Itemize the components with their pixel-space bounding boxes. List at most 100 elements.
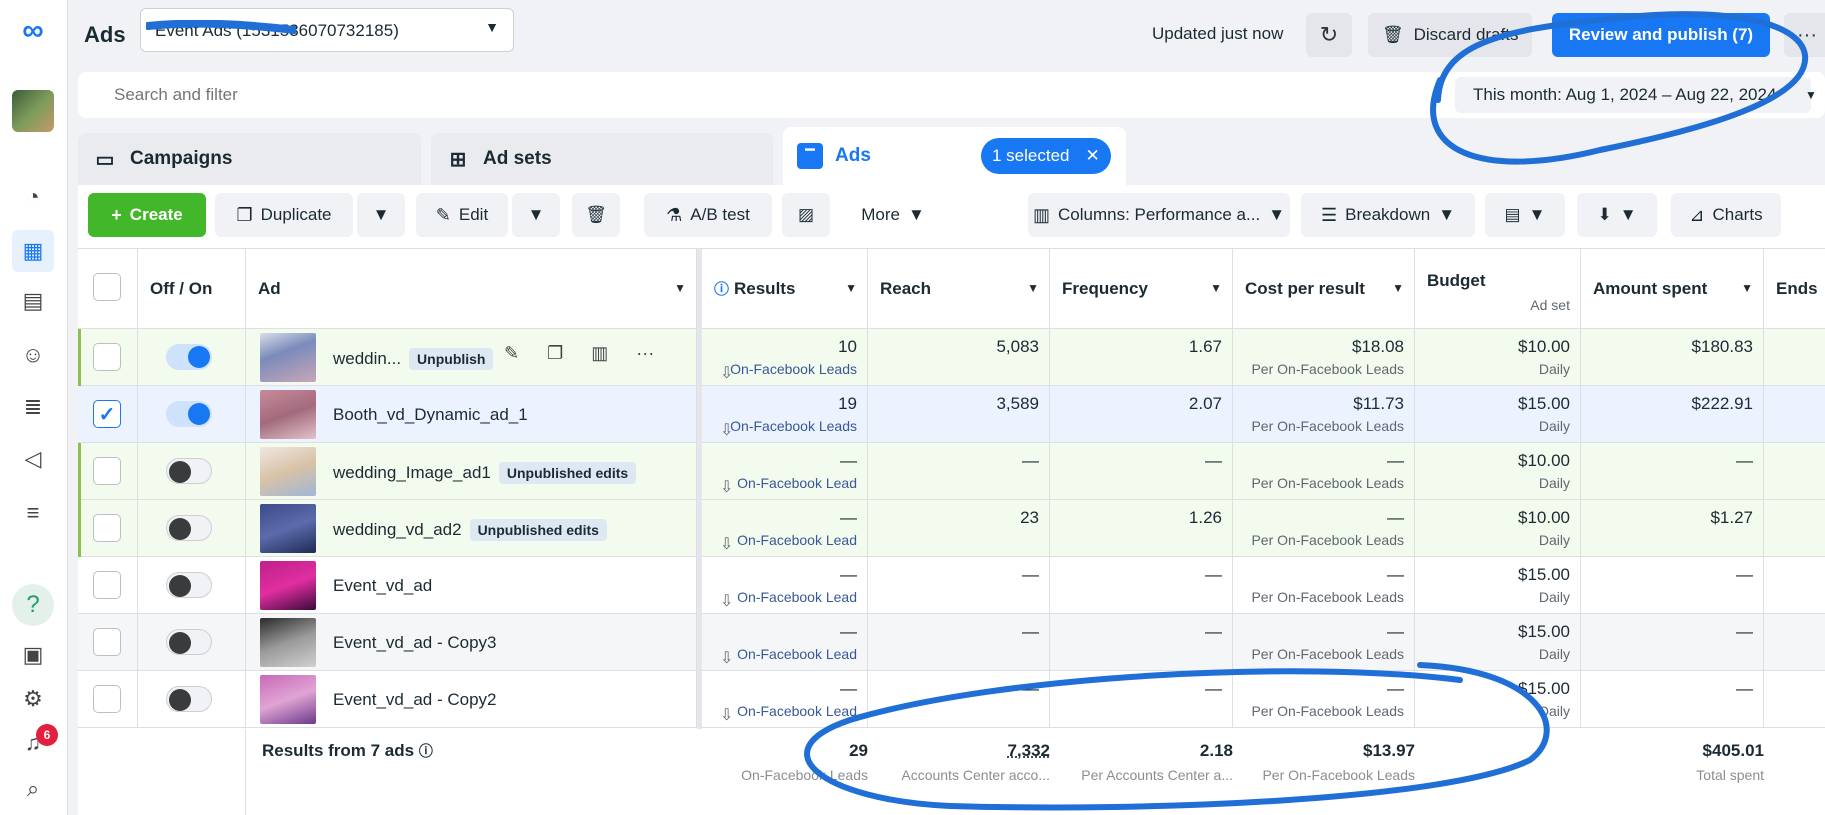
table-row[interactable]: ✓ Booth_vd_Dynamic_ad_1 19 ⇩ On-Facebook… [78, 386, 1825, 443]
creative-hub-button[interactable]: ▨ [782, 193, 830, 237]
row-checkbox[interactable] [93, 514, 121, 542]
ab-test-button[interactable]: ⚗ A/B test [644, 193, 772, 237]
row-ad-cell[interactable]: wedding_Image_ad1 Unpublished edits [246, 443, 697, 500]
export-button[interactable]: ⬇ ▼ [1577, 193, 1657, 237]
table-row[interactable]: wedding_vd_ad2 Unpublished edits — ⇩ On-F… [78, 500, 1825, 557]
ad-thumbnail[interactable] [260, 390, 316, 439]
columns-button[interactable]: ▥ Columns: Performance a... ▼ [1028, 193, 1290, 237]
ad-name[interactable]: wedding_Image_ad1 Unpublished edits [333, 462, 637, 484]
row-budget-cell[interactable]: $15.00 Daily [1415, 386, 1581, 443]
row-checkbox[interactable] [93, 571, 121, 599]
row-toggle[interactable] [166, 458, 212, 484]
row-toggle[interactable] [166, 515, 212, 541]
billing-icon[interactable]: ▣ [12, 634, 54, 676]
row-toggle[interactable] [166, 344, 212, 370]
ad-name[interactable]: Event_vd_ad - Copy2 [333, 690, 497, 710]
settings-gear-icon[interactable]: ⚙ [12, 678, 54, 720]
row-budget-cell[interactable]: $10.00 Daily [1415, 443, 1581, 500]
results-label[interactable]: On-Facebook Lead [737, 589, 857, 605]
results-label[interactable]: On-Facebook Leads [730, 418, 857, 434]
row-checkbox[interactable] [93, 457, 121, 485]
dashboard-gauge-icon[interactable]: ◔ [12, 176, 54, 218]
ad-name[interactable]: weddin... Unpublish [333, 348, 494, 370]
row-toggle[interactable] [166, 572, 212, 598]
table-row[interactable]: Event_vd_ad — ⇩ On-Facebook Lead — — — P… [78, 557, 1825, 614]
close-icon[interactable]: ✕ [1086, 146, 1100, 166]
ad-thumbnail[interactable] [260, 675, 316, 724]
ad-name[interactable]: Event_vd_ad [333, 576, 432, 596]
ad-thumbnail[interactable] [260, 333, 316, 382]
create-button[interactable]: + Create [88, 193, 206, 237]
menu-icon[interactable]: ≡ [12, 492, 54, 534]
row-checkbox[interactable] [93, 343, 121, 371]
results-label[interactable]: On-Facebook Lead [737, 475, 857, 491]
help-icon[interactable]: ? [12, 584, 54, 626]
row-toggle[interactable] [166, 686, 212, 712]
duplicate-icon[interactable]: ❐ [547, 343, 563, 364]
ad-thumbnail[interactable] [260, 447, 316, 496]
table-row[interactable]: weddin... Unpublish ✎ ❐ ▥ ··· 10 ⇩ On-Fac… [78, 329, 1825, 386]
ad-name[interactable]: Booth_vd_Dynamic_ad_1 [333, 405, 528, 425]
row-checkbox[interactable] [93, 628, 121, 656]
results-label[interactable]: On-Facebook Lead [737, 646, 857, 662]
avatar[interactable] [12, 90, 54, 132]
row-budget-cell[interactable]: $15.00 Daily [1415, 614, 1581, 671]
results-label[interactable]: On-Facebook Leads [730, 361, 857, 377]
more-button[interactable]: More ▼ [848, 193, 938, 237]
row-ad-cell[interactable]: wedding_vd_ad2 Unpublished edits [246, 500, 697, 557]
footer-reach[interactable]: 7,332 [1007, 741, 1050, 761]
ad-thumbnail[interactable] [260, 618, 316, 667]
ad-name[interactable]: Event_vd_ad - Copy3 [333, 633, 497, 653]
search-icon[interactable]: ⌕ [12, 768, 54, 810]
reports-button[interactable]: ▤ ▼ [1485, 193, 1565, 237]
row-checkbox[interactable] [93, 685, 121, 713]
meta-logo-icon[interactable]: ∞ [12, 10, 54, 52]
col-ad[interactable]: Ad ▼ [246, 249, 697, 329]
discard-drafts-button[interactable]: 🗑 Discard drafts [1368, 13, 1532, 57]
row-ad-cell[interactable]: Booth_vd_Dynamic_ad_1 [246, 386, 697, 443]
row-budget-cell[interactable]: $10.00 Daily [1415, 500, 1581, 557]
table-row[interactable]: Event_vd_ad - Copy3 — ⇩ On-Facebook Lead… [78, 614, 1825, 671]
col-budget[interactable]: Budget Ad set [1415, 249, 1581, 329]
selected-count-pill[interactable]: 1 selected ✕ [981, 138, 1111, 174]
table-row[interactable]: Event_vd_ad - Copy2 — ⇩ On-Facebook Lead… [78, 671, 1825, 728]
row-budget-cell[interactable]: $15.00 Daily [1415, 671, 1581, 728]
megaphone-icon[interactable]: ◁ [12, 438, 54, 480]
col-ends[interactable]: Ends [1764, 249, 1825, 329]
date-range-picker[interactable]: This month: Aug 1, 2024 – Aug 22, 2024 [1455, 77, 1811, 113]
tab-ad-sets[interactable]: ⊞ Ad sets [431, 133, 773, 185]
search-input[interactable] [114, 85, 714, 105]
more-options-icon[interactable]: ··· [636, 343, 654, 364]
row-budget-cell[interactable]: $15.00 Daily [1415, 557, 1581, 614]
row-ad-cell[interactable]: Event_vd_ad - Copy2 [246, 671, 697, 728]
database-icon[interactable]: ≣ [12, 386, 54, 428]
chart-icon[interactable]: ▥ [591, 343, 608, 364]
row-toggle[interactable] [166, 629, 212, 655]
results-label[interactable]: On-Facebook Lead [737, 532, 857, 548]
row-ad-cell[interactable]: weddin... Unpublish ✎ ❐ ▥ ··· [246, 329, 697, 386]
row-toggle[interactable] [166, 401, 212, 427]
col-reach[interactable]: Reach ▼ [868, 249, 1050, 329]
row-ad-cell[interactable]: Event_vd_ad [246, 557, 697, 614]
audiences-icon[interactable]: ☺ [12, 334, 54, 376]
col-results[interactable]: ⓘ Results ▼ [702, 249, 868, 329]
delete-button[interactable]: 🗑 [572, 193, 620, 237]
charts-button[interactable]: ⊿ Charts [1671, 193, 1781, 237]
edit-button[interactable]: ✎ Edit [416, 193, 508, 237]
ad-thumbnail[interactable] [260, 504, 316, 553]
col-off-on[interactable]: Off / On [138, 249, 246, 329]
ad-thumbnail[interactable] [260, 561, 316, 610]
select-all-checkbox[interactable] [93, 273, 121, 301]
edit-dropdown[interactable]: ▼ [512, 193, 560, 237]
more-options-icon[interactable]: ··· [1784, 13, 1825, 57]
row-budget-cell[interactable]: $10.00 Daily [1415, 329, 1581, 386]
col-amount-spent[interactable]: Amount spent ▼ [1581, 249, 1764, 329]
pages-icon[interactable]: ▤ [12, 280, 54, 322]
refresh-button[interactable]: ↻ [1306, 13, 1352, 57]
row-ad-cell[interactable]: Event_vd_ad - Copy3 [246, 614, 697, 671]
tab-campaigns[interactable]: ▭ Campaigns [78, 133, 421, 185]
review-publish-button[interactable]: Review and publish (7) [1552, 13, 1770, 57]
col-cost-per-result[interactable]: Cost per result ▼ [1233, 249, 1415, 329]
col-frequency[interactable]: Frequency ▼ [1050, 249, 1233, 329]
breakdown-button[interactable]: ☰ Breakdown ▼ [1301, 193, 1475, 237]
